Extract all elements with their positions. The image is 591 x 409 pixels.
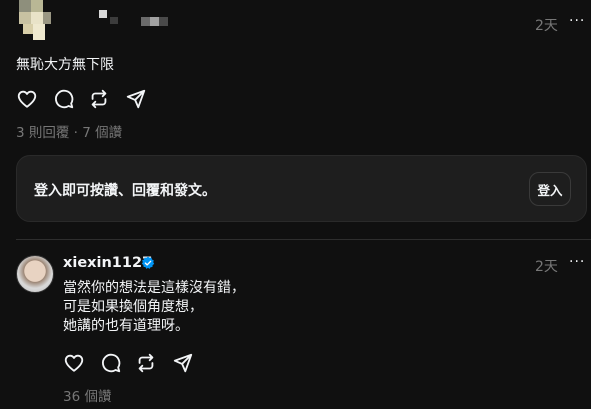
verified-badge-icon [141,256,155,269]
repost-icon [138,353,154,373]
login-prompt-text: 登入即可按讚、回覆和發文。 [34,183,216,199]
comment-bubble-icon [55,89,74,109]
login-prompt-card: 登入即可按讚、回覆和發文。 登入 [16,155,587,222]
reply-like-button[interactable] [63,352,85,374]
repost-icon [91,89,107,109]
post-share-button[interactable] [125,88,147,110]
send-icon [173,353,193,373]
post-text: 無恥大方無下限 [16,57,114,73]
post-like-button[interactable] [16,88,38,110]
reply-username[interactable]: xiexin1127 [63,255,152,271]
reply-text-line: 可是如果換個角度想， [63,299,203,315]
heart-icon [64,354,84,372]
reply-timestamp: 2天 [535,259,558,275]
heart-icon [17,90,37,108]
reply-share-button[interactable] [172,352,194,374]
divider [16,239,591,240]
comment-bubble-icon [102,353,121,373]
post-reply-button[interactable] [53,88,75,110]
reply-stats[interactable]: 36 個讚 [63,385,111,405]
post-timestamp: 2天 [535,18,558,34]
reply-text-line: 她講的也有道理呀。 [63,318,189,334]
reply-text-line: 當然你的想法是這樣沒有錯， [63,280,245,296]
post-more-options-button[interactable]: ··· [569,13,585,29]
post-stats[interactable]: 3 則回覆 · 7 個讚 [16,121,122,141]
reply-more-options-button[interactable]: ··· [569,254,585,270]
reply-text: 當然你的想法是這樣沒有錯， 可是如果換個角度想， 她講的也有道理呀。 [63,279,245,336]
reply-reply-button[interactable] [100,352,122,374]
reply-repost-button[interactable] [135,352,157,374]
post-repost-button[interactable] [88,88,110,110]
send-icon [126,89,146,109]
login-button[interactable]: 登入 [529,172,571,206]
avatar[interactable] [16,255,54,293]
